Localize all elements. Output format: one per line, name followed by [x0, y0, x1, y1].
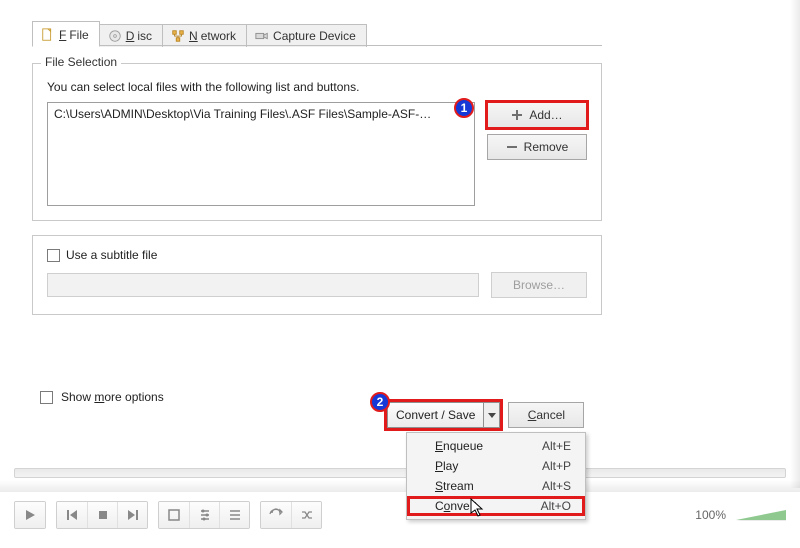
player-fullscreen-button[interactable]	[159, 502, 189, 528]
show-more-options-checkbox[interactable]: Show more options	[40, 390, 164, 404]
add-button[interactable]: Add…	[487, 102, 587, 128]
menu-item-shortcut: Alt+O	[541, 499, 571, 513]
volume-text: 100%	[695, 508, 726, 522]
tab-underline	[32, 45, 602, 46]
tabs: FFile Disc Network Capture Device	[32, 20, 602, 46]
annotation-badge-2: 2	[370, 392, 390, 412]
tab-network-letter: N	[189, 29, 198, 43]
player-controls: 100%	[14, 498, 786, 532]
file-selection-hint: You can select local files with the foll…	[47, 80, 587, 94]
file-list-item[interactable]: C:\Users\ADMIN\Desktop\Via Training File…	[52, 105, 470, 123]
show-more-label: Show more options	[61, 390, 164, 404]
annotation-badge-1: 1	[454, 98, 474, 118]
network-icon	[171, 29, 185, 43]
file-list-buttons: Add… Remove	[487, 102, 587, 160]
chevron-down-icon	[488, 408, 496, 422]
cancel-button[interactable]: Cancel	[508, 402, 584, 428]
tab-file-label: File	[69, 28, 88, 42]
tab-capture[interactable]: Capture Device	[246, 24, 367, 47]
checkbox-icon	[47, 249, 60, 262]
add-button-label: Add…	[529, 108, 562, 122]
player-prev-button[interactable]	[57, 502, 87, 528]
tab-network-label: etwork	[201, 29, 236, 43]
tab-file[interactable]: FFile	[32, 21, 100, 47]
stop-icon	[96, 508, 110, 522]
player-settings-button[interactable]	[189, 502, 219, 528]
tab-disc[interactable]: Disc	[99, 24, 163, 47]
tab-network[interactable]: Network	[162, 24, 247, 47]
convert-save-menu: Enqueue Alt+E Play Alt+P Stream Alt+S Co…	[406, 432, 586, 520]
next-icon	[126, 508, 140, 522]
convert-save-dropdown[interactable]	[483, 403, 499, 427]
frame-shadow-bottom	[0, 480, 800, 492]
use-subtitle-label: Use a subtitle file	[66, 248, 157, 262]
group-file-selection: File Selection You can select local file…	[32, 63, 602, 221]
menu-item-shortcut: Alt+P	[542, 459, 571, 473]
tab-file-letter: F	[59, 28, 66, 42]
use-subtitle-checkbox[interactable]: Use a subtitle file	[47, 248, 157, 262]
browse-button: Browse…	[491, 272, 587, 298]
player-shuffle-button[interactable]	[291, 502, 321, 528]
list-icon	[228, 508, 242, 522]
player-play-button[interactable]	[15, 502, 45, 528]
browse-button-label: Browse…	[513, 278, 565, 292]
menu-item-convert[interactable]: Convert Alt+O	[407, 496, 585, 516]
convert-save-label: Convert / Save	[388, 403, 483, 427]
checkbox-icon	[40, 391, 53, 404]
player-stop-button[interactable]	[87, 502, 117, 528]
menu-item-shortcut: Alt+E	[542, 439, 571, 453]
capture-icon	[255, 29, 269, 43]
file-icon	[41, 28, 55, 42]
menu-item-label: Stream	[435, 479, 474, 493]
cursor-icon	[470, 498, 486, 518]
player-loop-button[interactable]	[261, 502, 291, 528]
open-media-dialog: FFile Disc Network Capture Device File S…	[32, 20, 602, 315]
remove-button-label: Remove	[524, 140, 569, 154]
menu-item-shortcut: Alt+S	[542, 479, 571, 493]
player-next-button[interactable]	[117, 502, 147, 528]
tab-disc-letter: D	[126, 29, 135, 43]
player-playlist-button[interactable]	[219, 502, 249, 528]
menu-item-stream[interactable]: Stream Alt+S	[407, 476, 585, 496]
volume-slider[interactable]	[736, 510, 786, 520]
shuffle-icon	[300, 508, 314, 522]
dialog-action-buttons: Convert / Save Cancel	[387, 402, 584, 428]
group-file-selection-legend: File Selection	[41, 55, 121, 69]
disc-icon	[108, 29, 122, 43]
sliders-icon	[198, 508, 212, 522]
remove-button[interactable]: Remove	[487, 134, 587, 160]
player-seekbar[interactable]	[14, 468, 786, 478]
menu-item-label: Play	[435, 459, 458, 473]
plus-icon	[511, 109, 523, 121]
tab-capture-label: Capture Device	[273, 29, 356, 43]
loop-icon	[269, 508, 283, 522]
play-icon	[23, 508, 37, 522]
fullscreen-icon	[167, 508, 181, 522]
convert-save-button[interactable]: Convert / Save	[387, 402, 500, 428]
menu-item-enqueue[interactable]: Enqueue Alt+E	[407, 436, 585, 456]
menu-item-play[interactable]: Play Alt+P	[407, 456, 585, 476]
subtitle-path-input	[47, 273, 479, 297]
menu-item-label: Enqueue	[435, 439, 483, 453]
minus-icon	[506, 141, 518, 153]
frame-shadow-right	[790, 0, 800, 488]
group-subtitle: Use a subtitle file Browse…	[32, 235, 602, 315]
tab-disc-label: isc	[137, 29, 152, 43]
prev-icon	[65, 508, 79, 522]
file-list[interactable]: C:\Users\ADMIN\Desktop\Via Training File…	[47, 102, 475, 206]
cancel-button-label: Cancel	[528, 408, 565, 422]
